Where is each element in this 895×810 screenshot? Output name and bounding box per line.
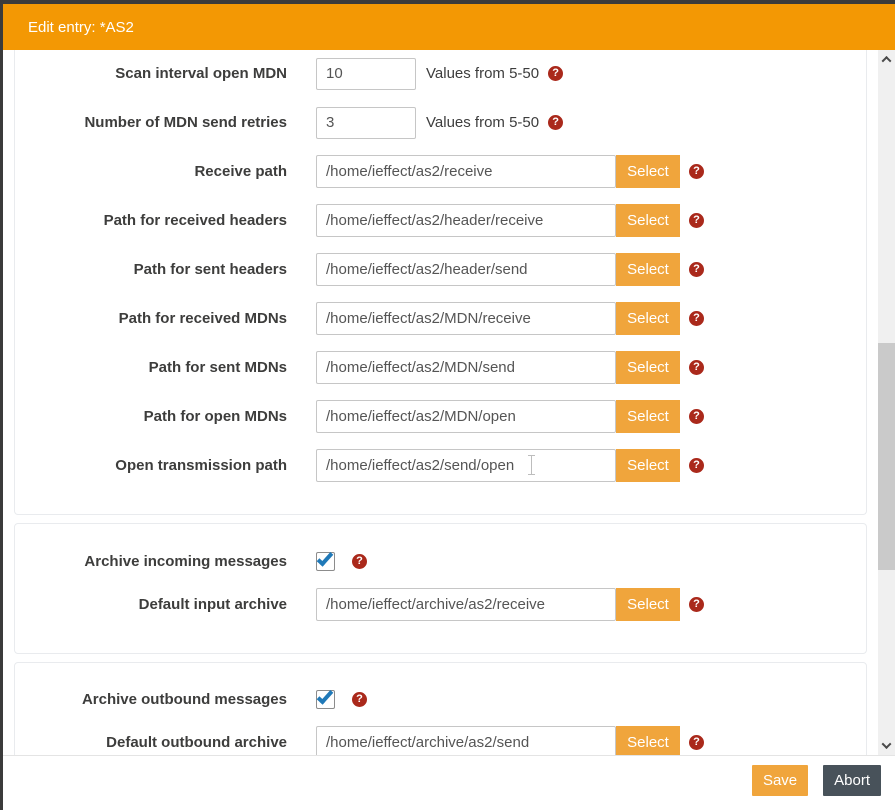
field-label: Path for open MDNs bbox=[15, 408, 287, 425]
form-section-paths: Scan interval open MDN Values from 5-50 … bbox=[14, 50, 867, 515]
field-hint: Values from 5-50 bbox=[426, 114, 539, 131]
form-row: Open transmission path Select ? bbox=[15, 449, 866, 482]
help-icon[interactable]: ? bbox=[689, 409, 704, 424]
vertical-scrollbar[interactable] bbox=[878, 50, 895, 755]
field-label: Path for received headers bbox=[15, 212, 287, 229]
path-input-group: Select bbox=[316, 400, 680, 433]
help-icon[interactable]: ? bbox=[689, 213, 704, 228]
path-input[interactable] bbox=[316, 302, 616, 335]
path-input-group: Select bbox=[316, 726, 680, 755]
help-icon[interactable]: ? bbox=[689, 164, 704, 179]
select-button[interactable]: Select bbox=[616, 302, 680, 335]
select-button[interactable]: Select bbox=[616, 449, 680, 482]
help-icon[interactable]: ? bbox=[548, 115, 563, 130]
dialog-header: Edit entry: *AS2 bbox=[3, 4, 895, 50]
scrollbar-up-button[interactable] bbox=[878, 52, 895, 67]
field-label: Default input archive bbox=[15, 596, 287, 613]
dialog-title: Edit entry: *AS2 bbox=[28, 19, 134, 36]
path-input-group: Select bbox=[316, 351, 680, 384]
path-input[interactable] bbox=[316, 726, 616, 755]
number-input[interactable] bbox=[316, 107, 416, 139]
dialog-footer: Save Abort bbox=[3, 755, 895, 810]
form-row: Scan interval open MDN Values from 5-50 … bbox=[15, 57, 866, 90]
field-label: Receive path bbox=[15, 163, 287, 180]
select-button[interactable]: Select bbox=[616, 726, 680, 755]
check-icon bbox=[317, 549, 334, 566]
select-button[interactable]: Select bbox=[616, 253, 680, 286]
edit-entry-dialog: Edit entry: *AS2 Scan interval open MDN … bbox=[3, 4, 895, 810]
scrollbar-down-button[interactable] bbox=[878, 738, 895, 753]
select-button[interactable]: Select bbox=[616, 155, 680, 188]
scrollbar-thumb[interactable] bbox=[878, 343, 895, 570]
chevron-up-icon bbox=[882, 56, 892, 66]
select-button[interactable]: Select bbox=[616, 400, 680, 433]
dialog-body: Scan interval open MDN Values from 5-50 … bbox=[3, 50, 895, 755]
select-button[interactable]: Select bbox=[616, 351, 680, 384]
path-input-group: Select bbox=[316, 588, 680, 621]
path-input[interactable] bbox=[316, 253, 616, 286]
save-button[interactable]: Save bbox=[752, 765, 808, 796]
path-input-group: Select bbox=[316, 302, 680, 335]
path-input-group: Select bbox=[316, 204, 680, 237]
abort-button[interactable]: Abort bbox=[823, 765, 881, 796]
form-row: Archive incoming messages ? bbox=[15, 551, 866, 571]
field-label: Number of MDN send retries bbox=[15, 114, 287, 131]
form-section-archive-incoming: Archive incoming messages ? Default inpu… bbox=[14, 523, 867, 654]
checkbox[interactable] bbox=[316, 552, 335, 571]
help-icon[interactable]: ? bbox=[689, 458, 704, 473]
help-icon[interactable]: ? bbox=[689, 735, 704, 750]
path-input-group: Select bbox=[316, 155, 680, 188]
form-row: Default outbound archive Select ? bbox=[15, 726, 866, 755]
form-row: Path for sent headers Select ? bbox=[15, 253, 866, 286]
number-input[interactable] bbox=[316, 58, 416, 90]
field-label: Path for received MDNs bbox=[15, 310, 287, 327]
form-row: Number of MDN send retries Values from 5… bbox=[15, 106, 866, 139]
field-hint: Values from 5-50 bbox=[426, 65, 539, 82]
path-input[interactable] bbox=[316, 588, 616, 621]
field-label: Archive outbound messages bbox=[15, 691, 287, 708]
path-input[interactable] bbox=[316, 400, 616, 433]
field-label: Archive incoming messages bbox=[15, 553, 287, 570]
help-icon[interactable]: ? bbox=[352, 554, 367, 569]
help-icon[interactable]: ? bbox=[689, 597, 704, 612]
form-row: Path for received headers Select ? bbox=[15, 204, 866, 237]
path-input[interactable] bbox=[316, 351, 616, 384]
form-section-archive-outbound: Archive outbound messages ? Default outb… bbox=[14, 662, 867, 755]
path-input-group: Select bbox=[316, 449, 680, 482]
path-input-group: Select bbox=[316, 253, 680, 286]
help-icon[interactable]: ? bbox=[689, 262, 704, 277]
form-row: Path for received MDNs Select ? bbox=[15, 302, 866, 335]
form-row: Receive path Select ? bbox=[15, 155, 866, 188]
form-row: Path for sent MDNs Select ? bbox=[15, 351, 866, 384]
field-label: Path for sent headers bbox=[15, 261, 287, 278]
checkbox[interactable] bbox=[316, 690, 335, 709]
path-input[interactable] bbox=[316, 204, 616, 237]
select-button[interactable]: Select bbox=[616, 588, 680, 621]
help-icon[interactable]: ? bbox=[548, 66, 563, 81]
field-label: Open transmission path bbox=[15, 457, 287, 474]
form-row: Archive outbound messages ? bbox=[15, 689, 866, 709]
form-row: Default input archive Select ? bbox=[15, 588, 866, 621]
chevron-down-icon bbox=[882, 739, 892, 749]
help-icon[interactable]: ? bbox=[689, 360, 704, 375]
select-button[interactable]: Select bbox=[616, 204, 680, 237]
path-input[interactable] bbox=[316, 155, 616, 188]
help-icon[interactable]: ? bbox=[689, 311, 704, 326]
field-label: Default outbound archive bbox=[15, 734, 287, 751]
path-input[interactable] bbox=[316, 449, 616, 482]
check-icon bbox=[317, 687, 334, 704]
field-label: Path for sent MDNs bbox=[15, 359, 287, 376]
field-label: Scan interval open MDN bbox=[15, 65, 287, 82]
help-icon[interactable]: ? bbox=[352, 692, 367, 707]
form-row: Path for open MDNs Select ? bbox=[15, 400, 866, 433]
text-cursor-icon bbox=[531, 455, 532, 475]
